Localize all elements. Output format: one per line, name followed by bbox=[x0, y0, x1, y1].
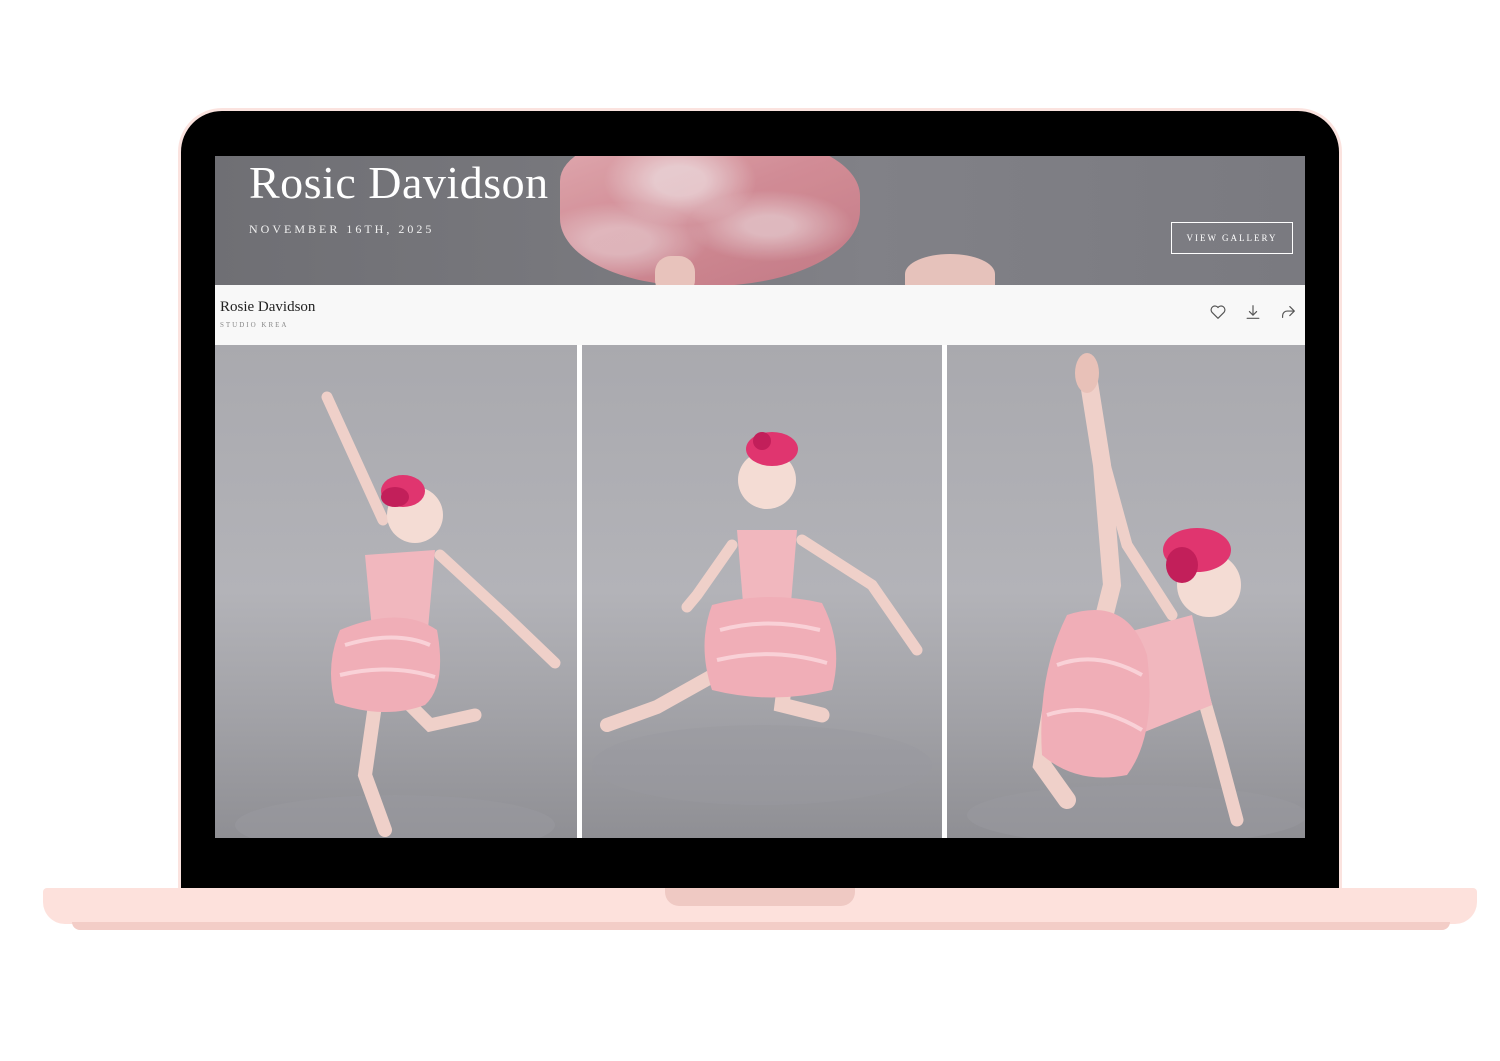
dancer-photo-arm-raised bbox=[235, 391, 561, 838]
view-gallery-button[interactable]: VIEW GALLERY bbox=[1171, 222, 1293, 254]
laptop-screen: Rosic Davidson NOVEMBER 16TH, 2025 VIEW … bbox=[215, 156, 1305, 838]
gallery-studio-name: STUDIO KREA bbox=[220, 321, 289, 329]
gallery-header-bar: Rosie Davidson STUDIO KREA bbox=[215, 285, 1305, 345]
gallery-hero: Rosic Davidson NOVEMBER 16TH, 2025 VIEW … bbox=[215, 156, 1305, 285]
gallery-photo-2[interactable] bbox=[582, 345, 942, 838]
share-icon[interactable] bbox=[1279, 303, 1297, 321]
download-icon[interactable] bbox=[1244, 303, 1262, 321]
hero-date: NOVEMBER 16TH, 2025 bbox=[249, 222, 435, 236]
hero-cover-image bbox=[560, 156, 860, 285]
heart-icon[interactable] bbox=[1209, 303, 1227, 321]
hero-image-shoe bbox=[905, 254, 995, 285]
gallery-title: Rosie Davidson bbox=[220, 299, 316, 315]
gallery-actions bbox=[1209, 303, 1297, 321]
dancer-photo-kneeling bbox=[592, 432, 932, 805]
hero-image-leg bbox=[655, 256, 695, 285]
laptop-base-shadow bbox=[72, 922, 1450, 930]
gallery-photo-1[interactable] bbox=[215, 345, 577, 838]
gallery-photo-3[interactable] bbox=[947, 345, 1305, 838]
laptop-notch bbox=[665, 888, 855, 906]
hero-title: Rosic Davidson bbox=[249, 157, 549, 208]
laptop-mockup: Rosic Davidson NOVEMBER 16TH, 2025 VIEW … bbox=[0, 0, 1500, 1061]
dancer-photo-leg-extension bbox=[967, 353, 1305, 838]
